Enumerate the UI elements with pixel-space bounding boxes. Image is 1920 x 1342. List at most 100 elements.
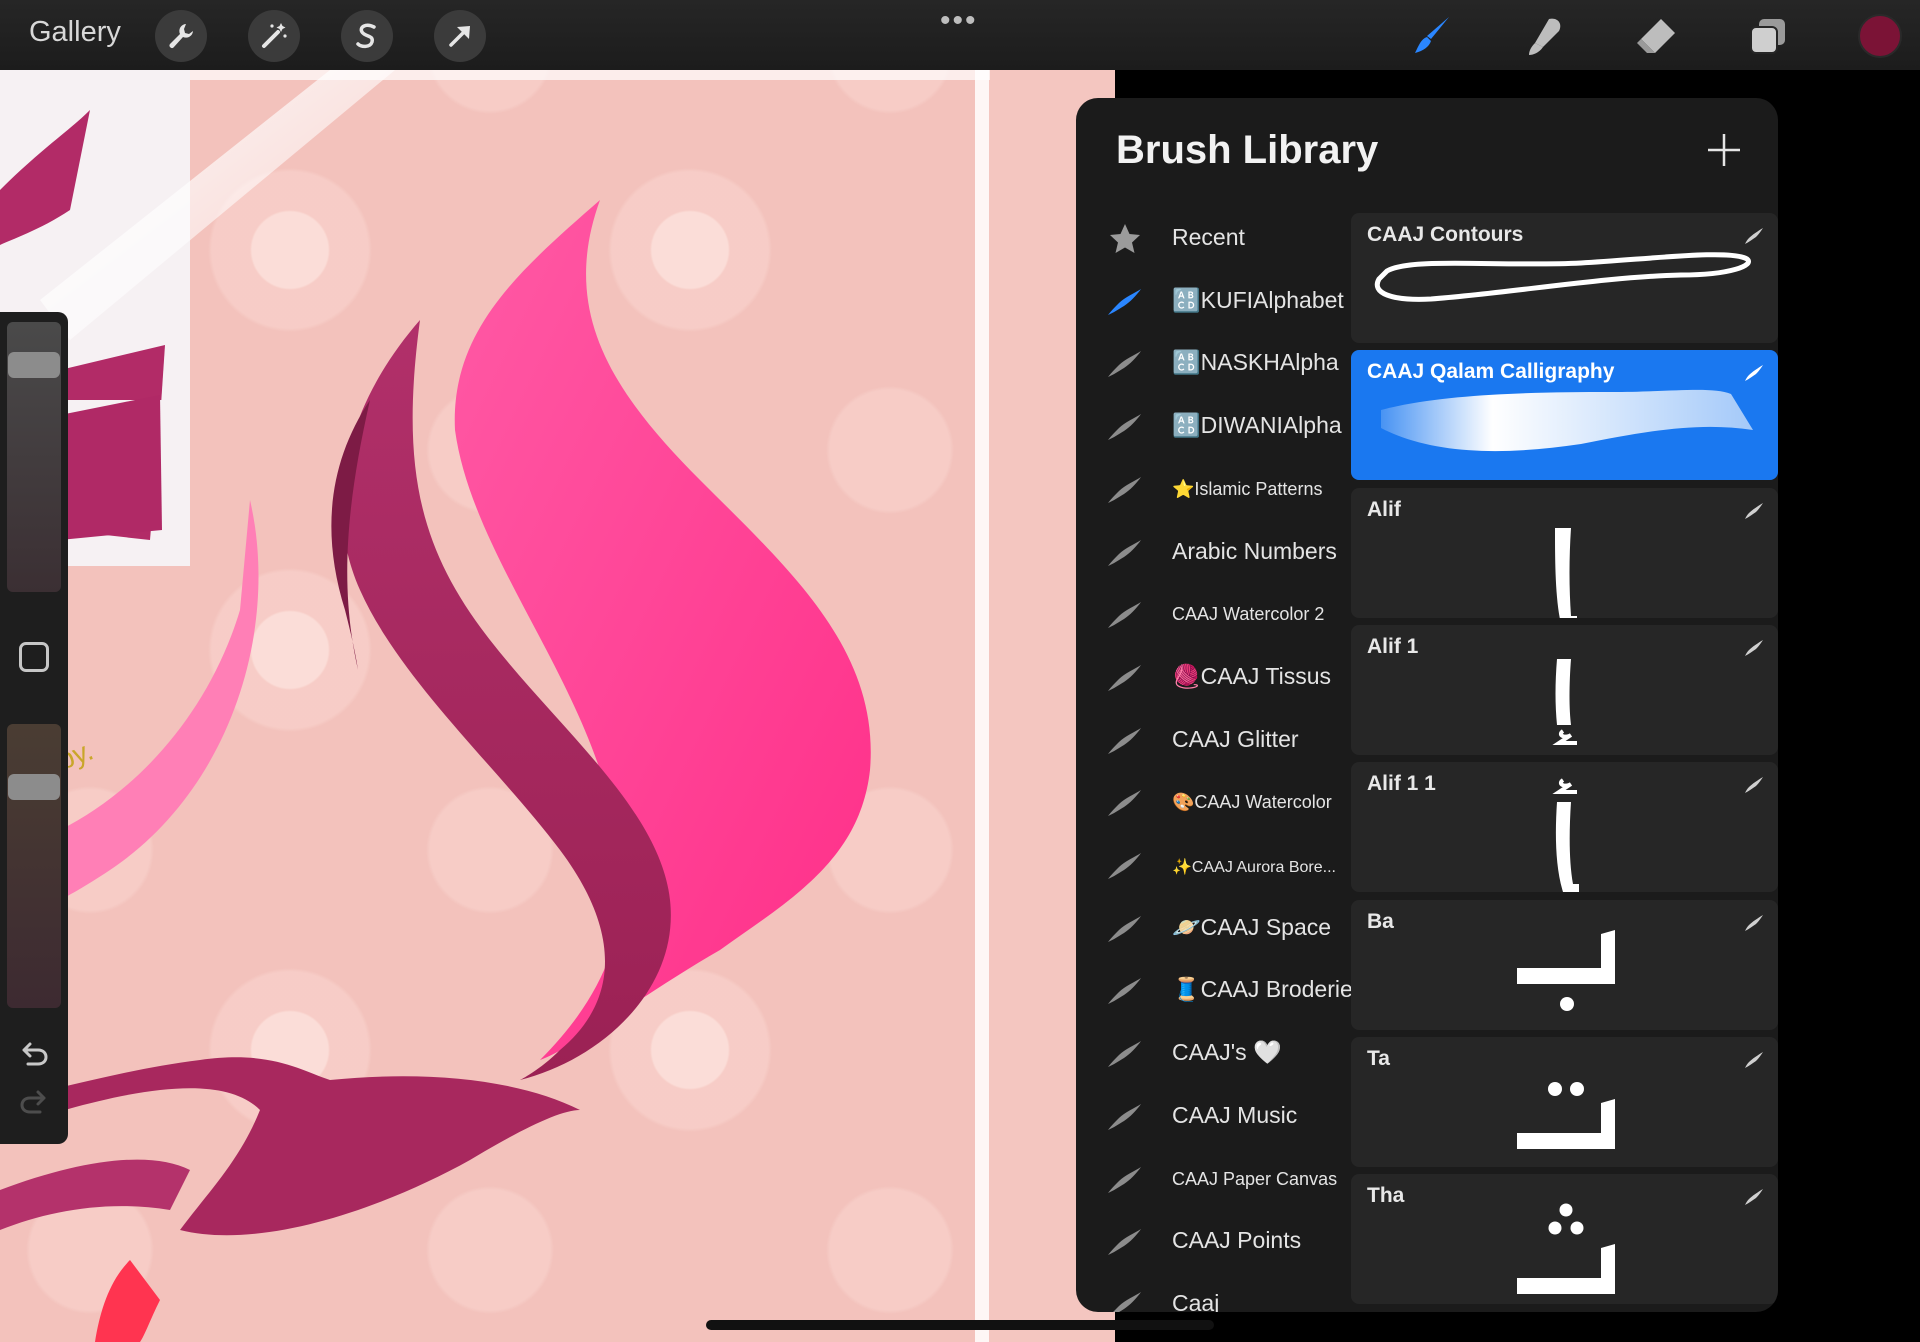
brush-stroke-icon [1104,281,1146,323]
brush-set-item[interactable]: 🔠KUFIAlphabet [1076,271,1349,334]
brush-set-label: Recent [1172,224,1245,250]
smudge-icon[interactable] [1520,12,1568,60]
layers-icon[interactable] [1744,12,1792,60]
brush-stroke-icon [1745,1189,1763,1206]
brush-stroke-icon [1104,720,1146,762]
brush-library-panel: Brush Library Recent 🔠KUFIAlphabet 🔠NASKHA… [1076,98,1778,1312]
star-icon [1104,218,1146,260]
brush-set-item[interactable]: CAAJ's 🤍 [1076,1023,1349,1086]
brush-set-label: 🔠KUFIAlphabet [1172,286,1344,313]
brush-card[interactable]: Alif 1 1 [1351,762,1778,893]
brush-stroke-icon [1104,970,1146,1012]
brush-card[interactable]: CAAJ Contours [1351,213,1778,343]
brush-stroke-icon [1104,1096,1146,1138]
brush-set-item[interactable]: 🪐CAAJ Space [1076,898,1349,961]
brush-stroke-icon [1745,1051,1763,1068]
wrench-icon[interactable] [155,10,207,62]
brush-stroke-icon [1104,1284,1146,1312]
brush-name: Ba [1367,909,1394,933]
gallery-button[interactable]: Gallery [29,16,121,49]
brush-name: Alif 1 [1367,634,1419,658]
brush-stroke-icon [1745,228,1763,244]
brush-set-label: 🔠NASKHAlpha [1172,349,1339,376]
brush-icon[interactable] [1408,12,1456,60]
brush-set-item[interactable]: CAAJ Watercolor 2 [1076,584,1349,647]
add-brush-set-icon[interactable] [1704,130,1744,170]
brush-set-item[interactable]: 🔠NASKHAlpha [1076,333,1349,396]
brush-preview-arabic-letter-tha [1517,1203,1615,1295]
undo-icon[interactable] [16,1036,52,1072]
modify-button[interactable] [19,642,49,672]
brush-card[interactable]: Ta [1351,1036,1778,1167]
brush-name: Alif [1367,497,1401,521]
brush-sets-list[interactable]: Recent 🔠KUFIAlphabet 🔠NASKHAlpha 🔠DIWANIAlp… [1076,208,1353,1312]
brushes-list[interactable]: CAAJ Contours CAAJ Qalam Calligraphy Alif A… [1351,213,1778,1312]
more-options-icon[interactable]: ••• [940,4,978,38]
brush-set-item[interactable]: ⭐Islamic Patterns [1076,459,1349,522]
brush-card[interactable]: Alif 1 [1351,624,1778,755]
brush-stroke-icon [1104,406,1146,448]
brush-set-label: 🧶CAAJ Tissus [1172,662,1332,689]
brush-set-label: CAAJ Glitter [1172,725,1299,752]
brush-set-label: 🔠DIWANIAlpha [1172,412,1342,439]
brush-stroke-icon [1104,532,1146,574]
brush-stroke-icon [1104,469,1146,511]
color-picker-button[interactable] [1858,14,1902,58]
brush-set-label: 🧵CAAJ Broderie [1172,976,1353,1003]
ha-stroke [0,1057,580,1236]
brush-card[interactable]: Tha [1351,1174,1778,1305]
brush-preview-arabic-letter-ba [1517,929,1615,1011]
brush-set-label: CAAJ Watercolor 2 [1172,604,1325,625]
brush-stroke-icon [1745,777,1763,794]
brush-set-item[interactable]: Caaj [1076,1274,1349,1312]
brush-preview-arabic-letter-ta [1517,1081,1615,1149]
move-arrow-icon[interactable] [434,10,486,62]
brush-size-handle[interactable] [8,352,60,378]
brush-set-label: CAAJ Paper Canvas [1172,1168,1338,1189]
brush-set-item[interactable]: 🧵CAAJ Broderie [1076,960,1353,1023]
brush-set-item[interactable]: ✨CAAJ Aurora Bore... [1076,835,1349,898]
brush-set-label: 🪐CAAJ Space [1172,913,1332,940]
brush-set-item[interactable]: CAAJ Paper Canvas [1076,1149,1349,1212]
brush-name: Tha [1367,1184,1405,1208]
opacity-handle[interactable] [8,774,60,800]
brush-card[interactable]: Ba [1351,899,1778,1030]
brush-stroke-icon [1745,502,1763,519]
brush-set-item[interactable]: CAAJ Points [1076,1211,1349,1274]
brush-stroke-icon [1104,657,1146,699]
brush-set-item[interactable]: Arabic Numbers [1076,522,1349,585]
brush-stroke-icon [1104,1221,1146,1263]
home-indicator[interactable] [706,1320,1214,1330]
brush-set-item[interactable]: CAAJ Music [1076,1086,1349,1149]
drawing-canvas[interactable]: by. [0,70,1115,1342]
brush-card[interactable]: Alif [1351,487,1778,618]
brush-preview-arabic-letter-alif [1555,527,1577,618]
brush-set-item[interactable]: 🎨CAAJ Watercolor [1076,772,1349,835]
brush-set-item[interactable]: 🧶CAAJ Tissus [1076,647,1349,710]
brush-stroke-icon [1104,908,1146,950]
brush-card-selected[interactable]: CAAJ Qalam Calligraphy [1351,350,1778,481]
brush-set-label: Caaj [1172,1289,1220,1312]
brush-set-item[interactable]: 🔠DIWANIAlpha [1076,396,1349,459]
brush-set-label: CAAJ Points [1172,1227,1302,1254]
brush-set-label: CAAJ Music [1172,1101,1298,1128]
brush-stroke-icon [1104,782,1146,824]
opacity-slider[interactable] [7,724,61,1008]
selection-s-icon[interactable] [341,10,393,62]
left-sidebar [0,312,68,1144]
brush-stroke-icon [1104,343,1146,385]
brush-stroke-icon [1745,914,1763,931]
brush-stroke-icon [1104,845,1146,887]
brush-stroke-icon [1745,639,1763,656]
redo-icon[interactable] [16,1084,52,1120]
eraser-icon[interactable] [1632,12,1680,60]
brush-stroke-icon [1745,365,1763,382]
top-toolbar: Gallery ••• [0,0,1920,70]
brush-set-label: Arabic Numbers [1172,537,1337,564]
brush-stroke-icon [1104,594,1146,636]
brush-set-item[interactable]: Recent [1076,208,1349,271]
brush-set-item[interactable]: CAAJ Glitter [1076,710,1349,773]
magic-wand-icon[interactable] [248,10,300,62]
brush-name: Alif 1 1 [1367,772,1436,796]
brush-stroke-icon [1104,1033,1146,1075]
